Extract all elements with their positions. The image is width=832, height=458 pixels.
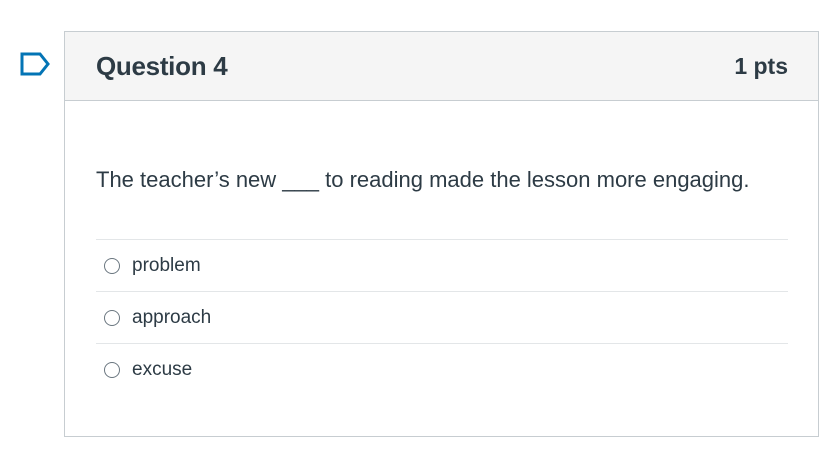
answer-option-approach[interactable]: approach [96,292,788,344]
answer-option-problem[interactable]: problem [96,240,788,292]
radio-button-icon[interactable] [104,361,120,378]
radio-button-icon[interactable] [104,257,120,274]
question-points: 1 pts [734,52,788,79]
question-text: The teacher’s new ___ to reading made th… [96,167,750,192]
answer-list: problem approach excuse [96,239,788,395]
radio-button-icon[interactable] [104,309,120,326]
answer-label: approach [132,306,212,328]
question-header: Question 4 1 pts [65,32,818,101]
question-body: The teacher’s new ___ to reading made th… [65,166,818,395]
quiz-page: Question 4 1 pts The teacher’s new ___ t… [0,0,832,458]
answer-label: problem [132,254,201,276]
answer-option-excuse[interactable]: excuse [96,344,788,395]
question-card: Question 4 1 pts The teacher’s new ___ t… [64,31,819,437]
answer-label: excuse [132,358,193,380]
flag-question-icon[interactable] [20,52,50,76]
question-title: Question 4 [96,50,228,81]
